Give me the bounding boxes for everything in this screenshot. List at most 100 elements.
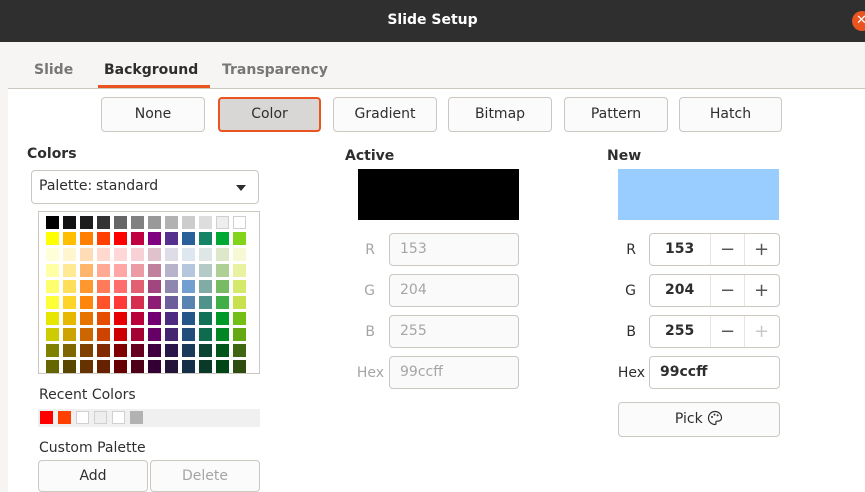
palette-swatch[interactable] bbox=[97, 232, 110, 245]
palette-swatch[interactable] bbox=[182, 328, 195, 341]
new-r-spinner[interactable]: 153 − + bbox=[649, 233, 780, 266]
palette-swatch[interactable] bbox=[97, 248, 110, 261]
recent-color-swatch[interactable] bbox=[76, 411, 89, 424]
tab-transparency[interactable]: Transparency bbox=[222, 62, 328, 78]
tab-slide[interactable]: Slide bbox=[34, 62, 73, 78]
palette-swatch[interactable] bbox=[80, 280, 93, 293]
palette-swatch[interactable] bbox=[182, 312, 195, 325]
palette-swatch[interactable] bbox=[46, 328, 59, 341]
palette-swatch[interactable] bbox=[131, 280, 144, 293]
palette-swatch[interactable] bbox=[131, 312, 144, 325]
palette-swatch[interactable] bbox=[165, 328, 178, 341]
palette-swatch[interactable] bbox=[114, 232, 127, 245]
palette-swatch[interactable] bbox=[165, 344, 178, 357]
close-icon[interactable]: ✕ bbox=[852, 11, 865, 31]
palette-swatch[interactable] bbox=[216, 312, 229, 325]
palette-swatch[interactable] bbox=[97, 264, 110, 277]
palette-swatch[interactable] bbox=[131, 328, 144, 341]
palette-swatch[interactable] bbox=[114, 328, 127, 341]
palette-swatch[interactable] bbox=[80, 216, 93, 229]
palette-swatch[interactable] bbox=[131, 296, 144, 309]
palette-swatch[interactable] bbox=[165, 280, 178, 293]
palette-swatch[interactable] bbox=[131, 232, 144, 245]
fill-color-button[interactable]: Color bbox=[218, 97, 321, 132]
palette-swatch[interactable] bbox=[199, 360, 212, 373]
fill-none-button[interactable]: None bbox=[101, 97, 205, 132]
palette-swatch[interactable] bbox=[199, 264, 212, 277]
palette-swatch[interactable] bbox=[63, 296, 76, 309]
palette-swatch[interactable] bbox=[233, 360, 246, 373]
new-b-spinner[interactable]: 255 − + bbox=[649, 315, 780, 348]
fill-bitmap-button[interactable]: Bitmap bbox=[448, 97, 552, 132]
palette-swatch[interactable] bbox=[216, 344, 229, 357]
palette-swatch[interactable] bbox=[182, 344, 195, 357]
palette-swatch[interactable] bbox=[165, 360, 178, 373]
palette-swatch[interactable] bbox=[97, 312, 110, 325]
recent-color-swatch[interactable] bbox=[94, 411, 107, 424]
palette-swatch[interactable] bbox=[233, 216, 246, 229]
minus-icon[interactable]: − bbox=[710, 316, 744, 347]
recent-color-swatch[interactable] bbox=[112, 411, 125, 424]
palette-swatch[interactable] bbox=[46, 280, 59, 293]
palette-swatch[interactable] bbox=[97, 216, 110, 229]
palette-swatch[interactable] bbox=[63, 312, 76, 325]
palette-swatch[interactable] bbox=[182, 280, 195, 293]
palette-swatch[interactable] bbox=[233, 232, 246, 245]
palette-swatch[interactable] bbox=[131, 360, 144, 373]
palette-swatch[interactable] bbox=[148, 296, 161, 309]
palette-swatch[interactable] bbox=[63, 344, 76, 357]
palette-swatch[interactable] bbox=[216, 280, 229, 293]
palette-swatch[interactable] bbox=[114, 216, 127, 229]
palette-swatch[interactable] bbox=[233, 312, 246, 325]
palette-swatch[interactable] bbox=[165, 312, 178, 325]
palette-swatch[interactable] bbox=[165, 216, 178, 229]
plus-icon[interactable]: + bbox=[744, 316, 778, 347]
recent-colors-strip[interactable] bbox=[38, 409, 260, 427]
recent-color-swatch[interactable] bbox=[40, 411, 53, 424]
tab-background[interactable]: Background bbox=[104, 62, 198, 78]
fill-hatch-button[interactable]: Hatch bbox=[679, 97, 782, 132]
minus-icon[interactable]: − bbox=[710, 275, 744, 306]
palette-swatch[interactable] bbox=[63, 248, 76, 261]
plus-icon[interactable]: + bbox=[744, 234, 778, 265]
palette-swatch[interactable] bbox=[63, 232, 76, 245]
palette-swatch[interactable] bbox=[199, 344, 212, 357]
palette-swatch[interactable] bbox=[165, 264, 178, 277]
palette-swatch[interactable] bbox=[199, 296, 212, 309]
palette-swatch[interactable] bbox=[148, 360, 161, 373]
palette-swatch[interactable] bbox=[131, 216, 144, 229]
palette-swatch[interactable] bbox=[199, 328, 212, 341]
palette-swatch[interactable] bbox=[165, 248, 178, 261]
palette-swatch[interactable] bbox=[46, 296, 59, 309]
palette-swatch[interactable] bbox=[182, 248, 195, 261]
palette-swatch[interactable] bbox=[97, 360, 110, 373]
palette-swatch[interactable] bbox=[46, 216, 59, 229]
palette-swatch[interactable] bbox=[216, 264, 229, 277]
palette-swatch[interactable] bbox=[233, 328, 246, 341]
palette-swatch[interactable] bbox=[46, 344, 59, 357]
palette-swatch[interactable] bbox=[233, 248, 246, 261]
palette-dropdown[interactable]: Palette: standard bbox=[31, 170, 259, 204]
palette-swatch[interactable] bbox=[63, 216, 76, 229]
palette-swatch[interactable] bbox=[114, 264, 127, 277]
palette-swatch[interactable] bbox=[97, 344, 110, 357]
palette-swatch[interactable] bbox=[216, 328, 229, 341]
palette-swatch[interactable] bbox=[216, 296, 229, 309]
palette-swatch[interactable] bbox=[97, 328, 110, 341]
minus-icon[interactable]: − bbox=[710, 234, 744, 265]
palette-swatch[interactable] bbox=[199, 312, 212, 325]
palette-swatch[interactable] bbox=[182, 296, 195, 309]
palette-swatch[interactable] bbox=[80, 232, 93, 245]
palette-swatch[interactable] bbox=[114, 280, 127, 293]
palette-swatch[interactable] bbox=[97, 296, 110, 309]
palette-swatch[interactable] bbox=[46, 312, 59, 325]
palette-swatch[interactable] bbox=[165, 232, 178, 245]
plus-icon[interactable]: + bbox=[744, 275, 778, 306]
palette-swatch[interactable] bbox=[216, 360, 229, 373]
palette-swatch[interactable] bbox=[46, 232, 59, 245]
new-b-value[interactable]: 255 bbox=[665, 323, 694, 339]
palette-swatch[interactable] bbox=[233, 344, 246, 357]
palette-swatch[interactable] bbox=[131, 248, 144, 261]
palette-swatch[interactable] bbox=[233, 264, 246, 277]
palette-swatch[interactable] bbox=[46, 360, 59, 373]
